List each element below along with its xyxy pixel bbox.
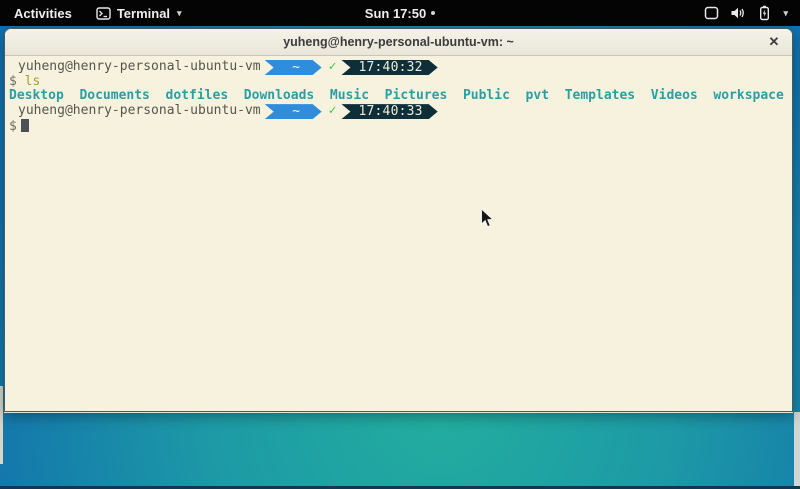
prompt-symbol: $ <box>9 119 17 134</box>
prompt-user-host: yuheng@henry-personal-ubuntu-vm <box>9 59 261 74</box>
clock[interactable]: Sun 17:50 <box>365 6 426 21</box>
terminal-window: yuheng@henry-personal-ubuntu-vm: ~ ✕ yuh… <box>4 28 793 412</box>
activities-label: Activities <box>14 6 72 21</box>
close-button[interactable]: ✕ <box>765 33 783 51</box>
chevron-down-icon: ▾ <box>177 8 182 19</box>
command-text: ls <box>25 74 41 89</box>
app-menu-label: Terminal <box>117 6 170 21</box>
input-line: $ <box>9 119 792 134</box>
ls-output: Desktop Documents dotfiles Downloads Mus… <box>9 89 792 104</box>
background-window-edge <box>794 412 800 486</box>
prompt-time-segment: 17:40:33 <box>341 104 437 119</box>
battery-charging-icon <box>757 5 772 21</box>
activities-button[interactable]: Activities <box>0 0 86 26</box>
prompt-cwd-segment: ~ <box>265 104 322 119</box>
notification-dot-icon <box>431 11 435 15</box>
app-menu-terminal[interactable]: Terminal ▾ <box>86 0 192 26</box>
prompt-time-segment: 17:40:32 <box>341 60 437 75</box>
prompt-line: yuheng@henry-personal-ubuntu-vm ~ ✓ 17:40:3… <box>9 104 792 119</box>
command-line: $ ls <box>9 75 792 90</box>
volume-icon <box>730 6 746 20</box>
terminal-icon <box>96 7 111 20</box>
terminal-content[interactable]: yuheng@henry-personal-ubuntu-vm ~ ✓ 17:40:3… <box>5 57 792 411</box>
chevron-down-icon: ▾ <box>783 8 788 19</box>
prompt-symbol: $ <box>9 74 17 89</box>
prompt-user-host: yuheng@henry-personal-ubuntu-vm <box>9 103 261 118</box>
system-tray[interactable]: ▾ <box>692 0 800 26</box>
top-bar: Activities Terminal ▾ Sun 17:50 <box>0 0 800 26</box>
window-title: yuheng@henry-personal-ubuntu-vm: ~ <box>283 35 514 49</box>
prompt-line: yuheng@henry-personal-ubuntu-vm ~ ✓ 17:40:3… <box>9 60 792 75</box>
background-window-edge <box>0 386 3 464</box>
prompt-status-check-icon: ✓ <box>329 59 337 74</box>
prompt-cwd-segment: ~ <box>265 60 322 75</box>
prompt-status-check-icon: ✓ <box>329 103 337 118</box>
terminal-cursor <box>21 119 29 132</box>
window-title-bar[interactable]: yuheng@henry-personal-ubuntu-vm: ~ ✕ <box>5 29 792 56</box>
screen-icon <box>704 6 719 20</box>
